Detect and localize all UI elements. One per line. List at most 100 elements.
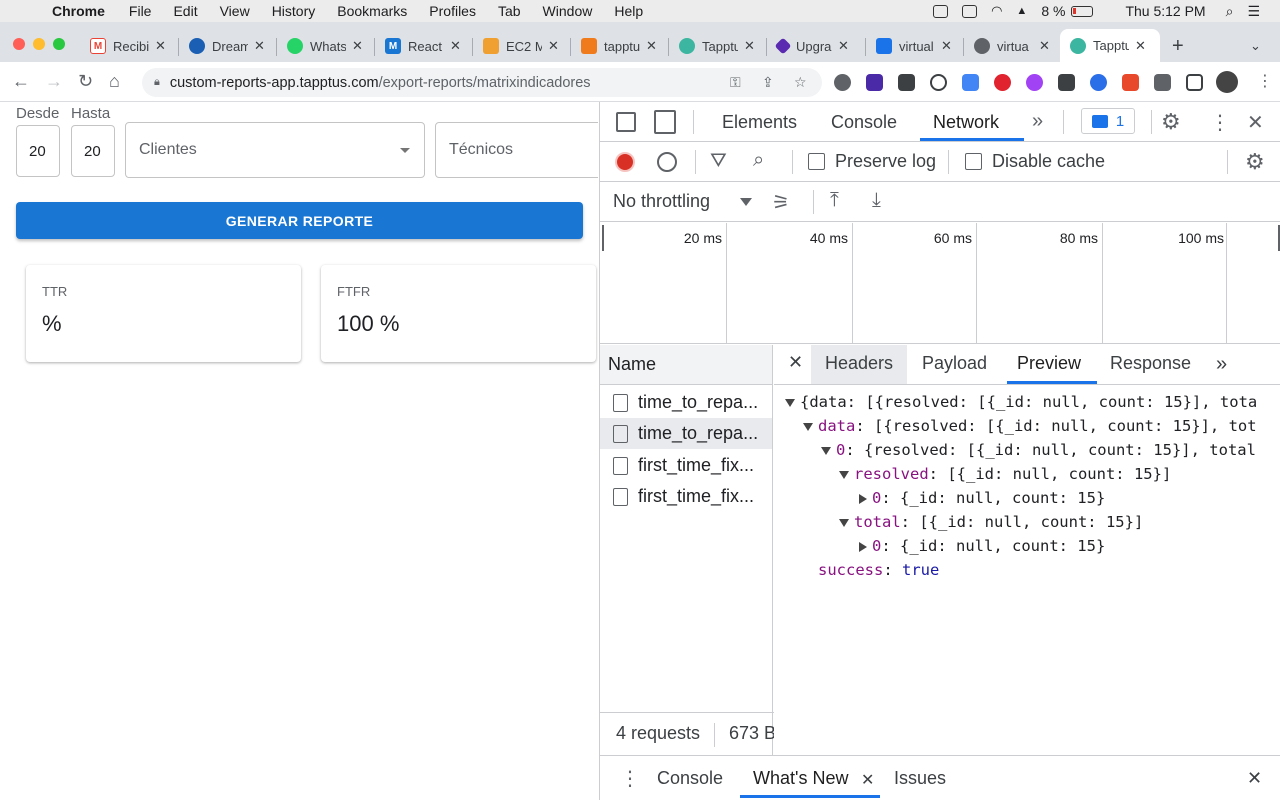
tab-dreamhost[interactable]: Dream ✕ (189, 31, 265, 61)
drawer-tab-whats-new[interactable]: What's New (753, 768, 848, 789)
menu-view[interactable]: View (220, 3, 250, 19)
close-detail-icon[interactable]: ✕ (788, 352, 803, 373)
tab-close-icon[interactable]: ✕ (548, 38, 559, 54)
status-app-icon[interactable] (933, 4, 949, 18)
status-grid-icon[interactable] (962, 4, 978, 18)
tab-whatsapp[interactable]: Whats ✕ (287, 31, 363, 61)
json-line[interactable]: 0: {_id: null, count: 15} (859, 537, 1105, 559)
tab-close-icon[interactable]: ✕ (352, 38, 363, 54)
clock[interactable]: Thu 5:12 PM (1125, 3, 1205, 19)
settings-gear-icon[interactable]: ⚙ (1161, 109, 1181, 135)
tab-tapptus-active[interactable]: Tapptu ✕ (1060, 29, 1160, 62)
tab-virtual-1[interactable]: virtual ✕ (876, 31, 952, 61)
json-line[interactable]: total: [{_id: null, count: 15}] (839, 513, 1143, 535)
hasta-input[interactable]: 20 (71, 125, 115, 177)
disable-cache-checkbox[interactable] (965, 153, 982, 170)
network-conditions-icon[interactable]: ⚞ (772, 190, 790, 215)
tab-preview[interactable]: Preview (1017, 353, 1081, 374)
extension-circle-icon[interactable] (930, 74, 947, 91)
sidebar-icon[interactable] (1186, 74, 1203, 91)
back-button[interactable]: ← (12, 71, 30, 92)
extension-purple-icon[interactable] (866, 74, 883, 91)
search-icon[interactable]: ⌕ (753, 149, 764, 172)
more-tabs-chevron-icon[interactable]: » (1032, 110, 1043, 133)
control-center-icon[interactable]: ☰ (1247, 3, 1260, 20)
network-settings-gear-icon[interactable]: ⚙ (1245, 149, 1265, 175)
extension-gear-icon[interactable] (834, 74, 851, 91)
kebab-menu-icon[interactable]: ⋮ (1210, 110, 1230, 135)
tab-close-icon[interactable]: ✕ (941, 38, 952, 54)
menu-app-chrome[interactable]: Chrome (52, 3, 105, 19)
tab-headers[interactable]: Headers (825, 353, 893, 374)
tab-upgrade[interactable]: Upgra ✕ (774, 31, 849, 61)
json-line[interactable]: {data: [{resolved: [{_id: null, count: 1… (785, 393, 1257, 415)
share-icon[interactable]: ⇪ (762, 74, 774, 91)
menu-profiles[interactable]: Profiles (429, 3, 476, 19)
issues-badge[interactable]: 1 (1081, 108, 1135, 134)
tab-close-icon[interactable]: ✕ (450, 38, 461, 54)
menu-window[interactable]: Window (543, 3, 593, 19)
extension-opera-icon[interactable] (994, 74, 1011, 91)
clear-icon[interactable] (657, 152, 677, 172)
chrome-menu-icon[interactable]: ⋮ (1257, 71, 1273, 91)
tab-tapptus[interactable]: Tapptu ✕ (679, 31, 755, 61)
close-devtools-icon[interactable]: ✕ (1247, 110, 1264, 135)
tab-network[interactable]: Network (933, 112, 999, 133)
extension-eyedropper-icon[interactable] (898, 74, 915, 91)
tab-close-icon[interactable]: ✕ (155, 38, 166, 54)
drawer-tab-issues[interactable]: Issues (894, 768, 946, 789)
eject-icon[interactable]: ▲ (1016, 5, 1027, 17)
wifi-icon[interactable]: ◠ (991, 3, 1002, 19)
menu-tab[interactable]: Tab (498, 3, 521, 19)
minimize-window-button[interactable] (33, 38, 45, 50)
json-line[interactable]: resolved: [{_id: null, count: 15}] (839, 465, 1171, 487)
key-icon[interactable]: ⚿ (730, 74, 741, 91)
reload-button[interactable]: ↻ (78, 71, 93, 92)
device-toolbar-icon[interactable] (654, 110, 676, 134)
drawer-menu-icon[interactable]: ⋮ (620, 766, 640, 791)
menu-help[interactable]: Help (614, 3, 643, 19)
request-row[interactable]: time_to_repa... (600, 387, 772, 418)
inspect-element-icon[interactable] (616, 112, 636, 132)
tab-response[interactable]: Response (1110, 353, 1191, 374)
lock-icon[interactable]: 🔒︎ (154, 76, 160, 89)
tab-ec2[interactable]: EC2 M ✕ (483, 31, 559, 61)
battery-icon[interactable] (1071, 5, 1094, 17)
tab-search-chevron-icon[interactable]: ⌄ (1250, 38, 1261, 54)
menu-history[interactable]: History (272, 3, 316, 19)
json-line[interactable]: data: [{resolved: [{_id: null, count: 15… (803, 417, 1257, 439)
json-line[interactable]: success: true (818, 561, 939, 583)
tab-tapptus-box[interactable]: tapptu ✕ (581, 31, 657, 61)
extension-translate-icon[interactable] (962, 74, 979, 91)
extension-color-icon[interactable] (1026, 74, 1043, 91)
filter-icon[interactable]: ⛛ (710, 150, 727, 173)
menu-bookmarks[interactable]: Bookmarks (337, 3, 407, 19)
zoom-window-button[interactable] (53, 38, 65, 50)
json-line[interactable]: 0: {_id: null, count: 15} (859, 489, 1105, 511)
avatar[interactable] (1216, 71, 1238, 93)
desde-input[interactable]: 20 (16, 125, 60, 177)
tab-gmail[interactable]: M Recibi ✕ (90, 31, 166, 61)
tab-console[interactable]: Console (831, 112, 897, 133)
close-drawer-icon[interactable]: ✕ (1247, 768, 1262, 789)
name-column-header[interactable]: Name (600, 345, 772, 385)
clientes-select[interactable]: Clientes (125, 122, 425, 178)
new-tab-button[interactable]: + (1172, 35, 1184, 58)
request-row[interactable]: first_time_fix... (600, 450, 772, 481)
more-detail-tabs-icon[interactable]: » (1216, 353, 1227, 376)
address-bar[interactable]: 🔒︎ custom-reports-app.tapptus.com /expor… (142, 68, 822, 97)
spotlight-icon[interactable]: ⌕ (1226, 3, 1234, 20)
extension-dark-icon[interactable] (1058, 74, 1075, 91)
tab-close-icon[interactable]: ✕ (838, 38, 849, 54)
drawer-tab-console[interactable]: Console (657, 768, 723, 789)
menu-edit[interactable]: Edit (173, 3, 197, 19)
request-row-selected[interactable]: time_to_repa... (600, 418, 772, 449)
close-window-button[interactable] (13, 38, 25, 50)
throttling-select[interactable]: No throttling (600, 182, 760, 222)
tab-react-mui[interactable]: M React ✕ (385, 31, 461, 61)
extension-virus-icon[interactable] (1090, 74, 1107, 91)
tab-virtual-2[interactable]: virtua ✕ (974, 31, 1050, 61)
tab-close-icon[interactable]: ✕ (1135, 38, 1146, 54)
menu-file[interactable]: File (129, 3, 152, 19)
tab-elements[interactable]: Elements (722, 112, 797, 133)
